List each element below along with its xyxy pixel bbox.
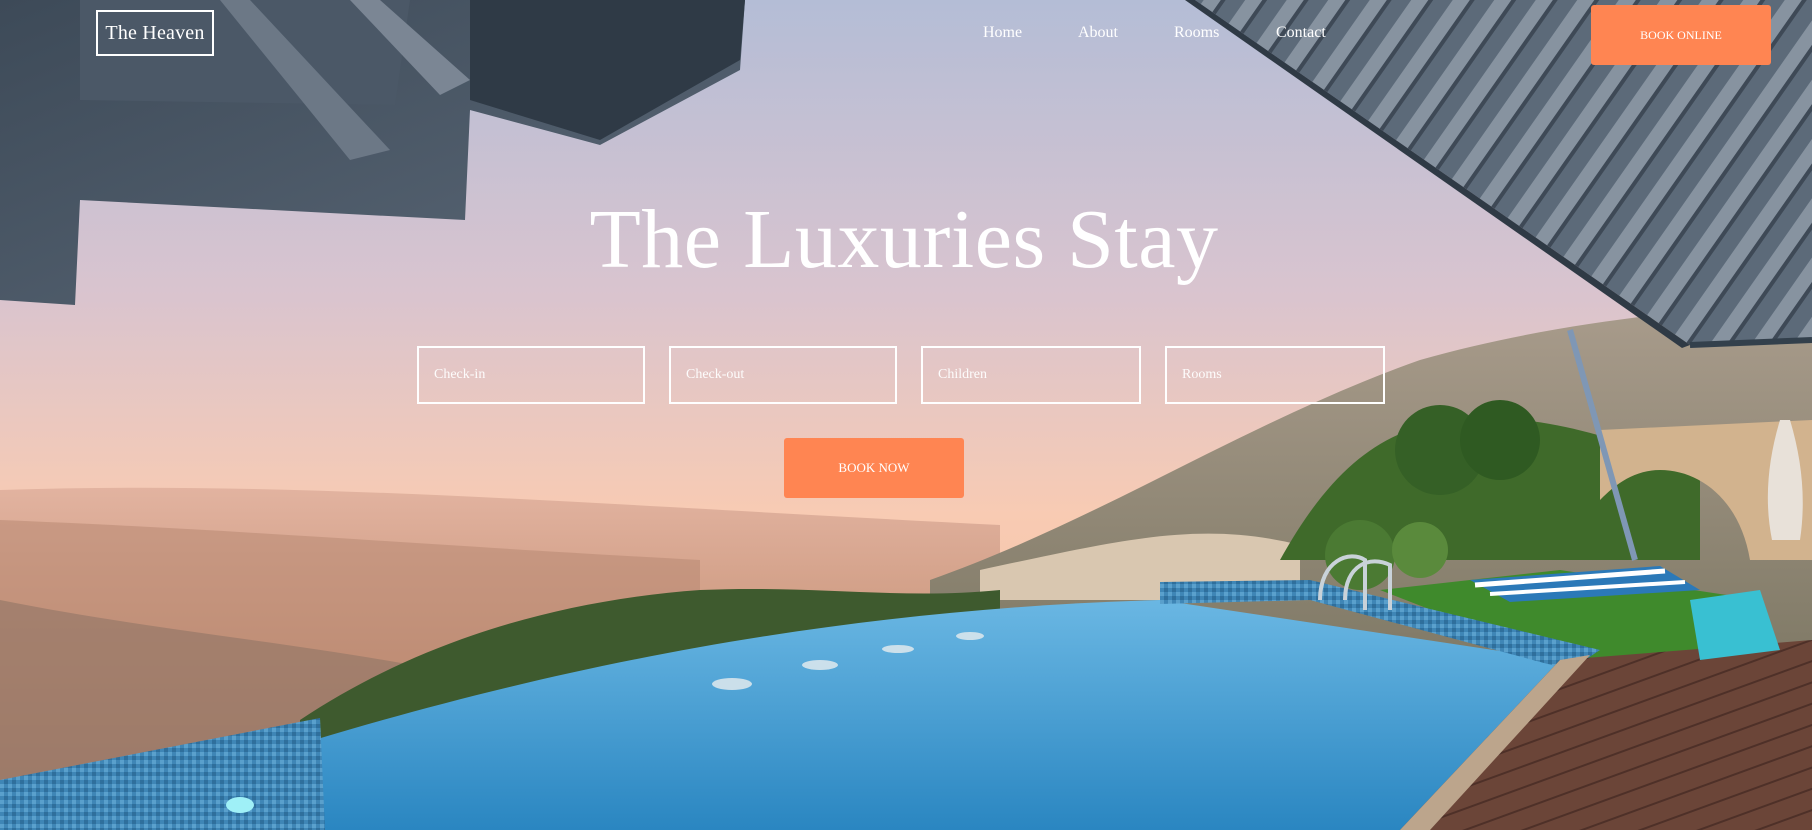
children-field[interactable] — [921, 346, 1141, 404]
hero-title: The Luxuries Stay — [589, 193, 1219, 286]
nav-item-rooms[interactable]: Rooms — [1174, 24, 1219, 42]
hero-background-image — [0, 0, 1812, 830]
check-in-field[interactable] — [417, 346, 645, 404]
book-now-button[interactable]: BOOK NOW — [784, 438, 964, 498]
hero-background-illustration — [0, 0, 1812, 830]
brand-logo[interactable]: The Heaven — [96, 10, 214, 56]
nav-item-about[interactable]: About — [1078, 24, 1118, 42]
rooms-field[interactable] — [1165, 346, 1385, 404]
nav-item-home[interactable]: Home — [983, 24, 1022, 42]
brand-name: The Heaven — [105, 21, 205, 44]
nav-item-contact[interactable]: Contact — [1276, 24, 1326, 42]
check-out-field[interactable] — [669, 346, 897, 404]
book-online-button[interactable]: BOOK ONLINE — [1591, 5, 1771, 65]
